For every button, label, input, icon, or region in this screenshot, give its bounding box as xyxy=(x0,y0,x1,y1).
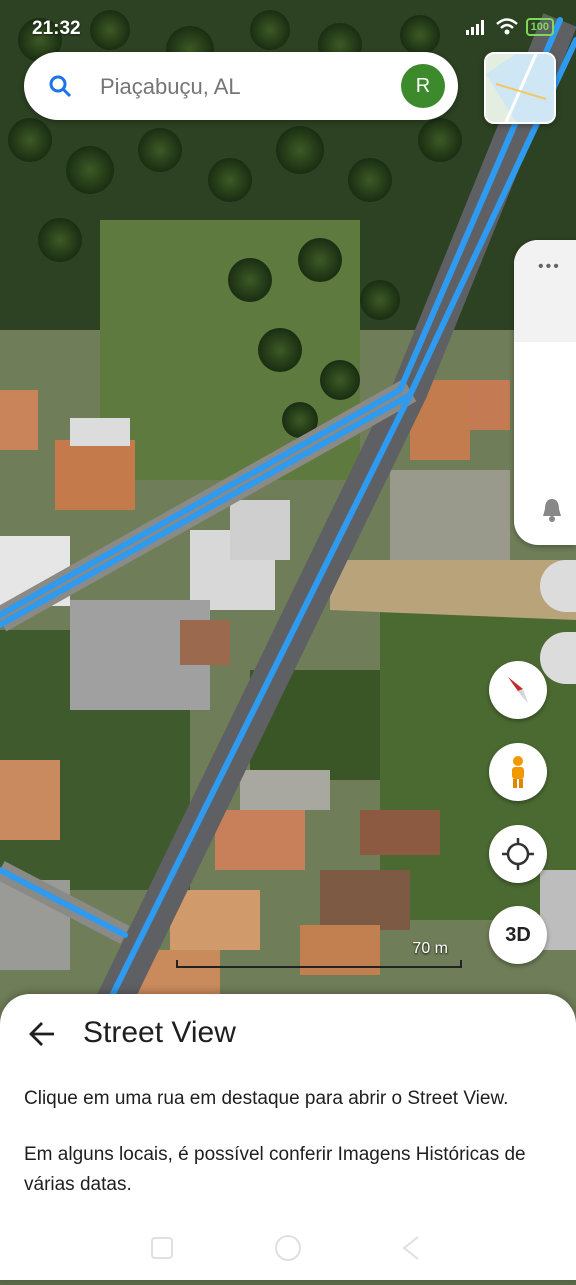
map-layers-icon xyxy=(486,54,554,122)
signal-icon xyxy=(465,20,484,35)
compass-button[interactable] xyxy=(489,661,547,719)
satellite-map[interactable] xyxy=(0,0,576,1038)
home-icon[interactable] xyxy=(275,1235,301,1261)
3d-button[interactable]: 3D xyxy=(489,906,547,964)
back-arrow-icon[interactable] xyxy=(28,1020,56,1048)
recents-icon[interactable] xyxy=(151,1237,173,1259)
avatar[interactable]: R xyxy=(401,64,445,108)
scale-label: 70 m xyxy=(412,940,448,957)
status-time: 21:32 xyxy=(32,18,81,39)
search-bar[interactable]: Piaçabuçu, AL R xyxy=(24,52,458,120)
my-location-button[interactable] xyxy=(489,825,547,883)
status-icons: 100 xyxy=(465,18,554,36)
status-bar: 21:32 100 xyxy=(0,0,576,56)
side-panel[interactable]: ••• xyxy=(514,240,576,545)
historical-text: Em alguns locais, é possível conferir Im… xyxy=(24,1144,526,1195)
back-icon[interactable] xyxy=(402,1236,419,1260)
pegman-button[interactable] xyxy=(489,743,547,801)
crosshair-icon xyxy=(502,838,534,870)
scale-bar xyxy=(176,960,462,968)
battery-icon: 100 xyxy=(525,18,554,36)
sheet-title: Street View xyxy=(83,1016,236,1049)
search-placeholder[interactable]: Piaçabuçu, AL xyxy=(100,74,241,100)
search-icon xyxy=(49,75,72,98)
map-imagery xyxy=(0,0,576,1038)
bell-icon[interactable] xyxy=(540,497,564,523)
system-nav-bar xyxy=(0,1228,576,1280)
compass-icon xyxy=(508,677,528,703)
side-panel-header: ••• xyxy=(514,240,576,342)
more-icon[interactable]: ••• xyxy=(538,258,561,276)
nav-buttons xyxy=(151,1235,419,1261)
map-scale: 70 m xyxy=(176,940,462,968)
layers-button[interactable] xyxy=(484,52,556,124)
instruction-text: Clique em uma rua em destaque para abrir… xyxy=(24,1088,509,1109)
wifi-icon xyxy=(495,18,518,35)
pegman-icon xyxy=(512,756,524,788)
